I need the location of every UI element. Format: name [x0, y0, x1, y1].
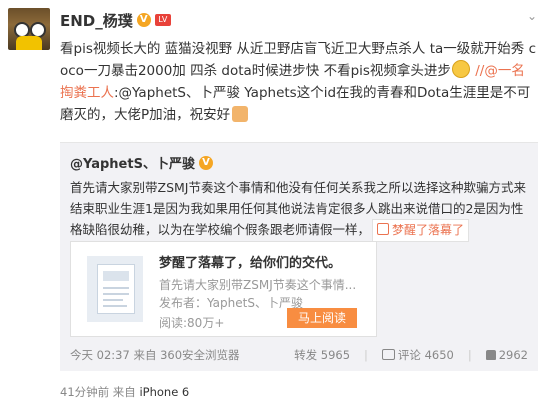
- post-text-part2: :@YaphetS、卜严骏 Yaphets这个id在我的青春和Dota生涯里是不…: [60, 85, 531, 123]
- article-thumbnail: [87, 256, 143, 322]
- thumbs-up-emoji-icon: [232, 106, 249, 122]
- document-icon: [97, 264, 135, 314]
- post-source[interactable]: iPhone 6: [139, 385, 189, 399]
- verified-badge-icon: V: [136, 13, 151, 27]
- post-header: END_杨璞 V LV: [60, 10, 171, 30]
- repost-text: 首先请大家别带ZSMJ节奏这个事情和他没有任何关系我之所以选择这种欺骗方式来结束…: [70, 177, 530, 242]
- article-read-count: 阅读:80万+: [159, 316, 225, 330]
- article-card[interactable]: 梦醒了落幕了，给你们的交代。 首先请大家别带ZSMJ节奏这个事情... 发布者：…: [70, 241, 377, 337]
- comment-label: 评论 4650: [397, 348, 454, 362]
- reposted-weibo: @YaphetS、卜严骏 V 首先请大家别带ZSMJ节奏这个事情和他没有任何关系…: [60, 142, 538, 371]
- avatar[interactable]: [8, 8, 50, 50]
- post-meta: 41分钟前 来自 iPhone 6: [60, 384, 189, 400]
- article-title[interactable]: 梦醒了落幕了，给你们的交代。: [159, 252, 341, 271]
- repost-actions: 转发 5965 | 评论 4650 | 2962: [294, 347, 528, 363]
- article-link-label: 梦醒了落幕了: [392, 223, 465, 237]
- repost-header: @YaphetS、卜严骏 V: [70, 153, 213, 172]
- smile-emoji-icon: [451, 60, 470, 78]
- thumbs-up-icon: [485, 350, 496, 360]
- like-count: 2962: [498, 348, 528, 362]
- avatar-body: [16, 36, 42, 50]
- comment-button[interactable]: 评论 4650: [381, 347, 454, 363]
- post-time[interactable]: 41分钟前: [60, 385, 109, 399]
- repost-username[interactable]: @YaphetS、卜严骏: [70, 153, 195, 172]
- divider: |: [364, 348, 368, 362]
- comment-icon: [381, 349, 395, 360]
- link-icon: [377, 223, 390, 235]
- divider: |: [467, 348, 472, 362]
- source-prefix: 来自: [112, 385, 136, 399]
- username[interactable]: END_杨璞: [60, 10, 133, 31]
- chevron-down-icon[interactable]: ⌄: [524, 8, 540, 24]
- article-author: 发布者：YaphetS、卜严骏: [159, 296, 303, 310]
- repost-button[interactable]: 转发 5965: [294, 347, 350, 363]
- like-button[interactable]: 2962: [485, 348, 528, 362]
- verified-badge-icon: V: [198, 155, 213, 170]
- read-now-button[interactable]: 马上阅读: [287, 308, 357, 328]
- level-badge-icon: LV: [154, 14, 171, 26]
- repost-meta: 今天 02:37 来自 360安全浏览器: [70, 348, 240, 362]
- article-description: 首先请大家别带ZSMJ节奏这个事情...: [159, 278, 357, 292]
- post-text: 看pis视频长大的 蓝猫没视野 从近卫野店盲飞近卫大野点杀人 ta一级就开始秀 …: [60, 38, 538, 126]
- article-link[interactable]: 梦醒了落幕了: [372, 219, 470, 242]
